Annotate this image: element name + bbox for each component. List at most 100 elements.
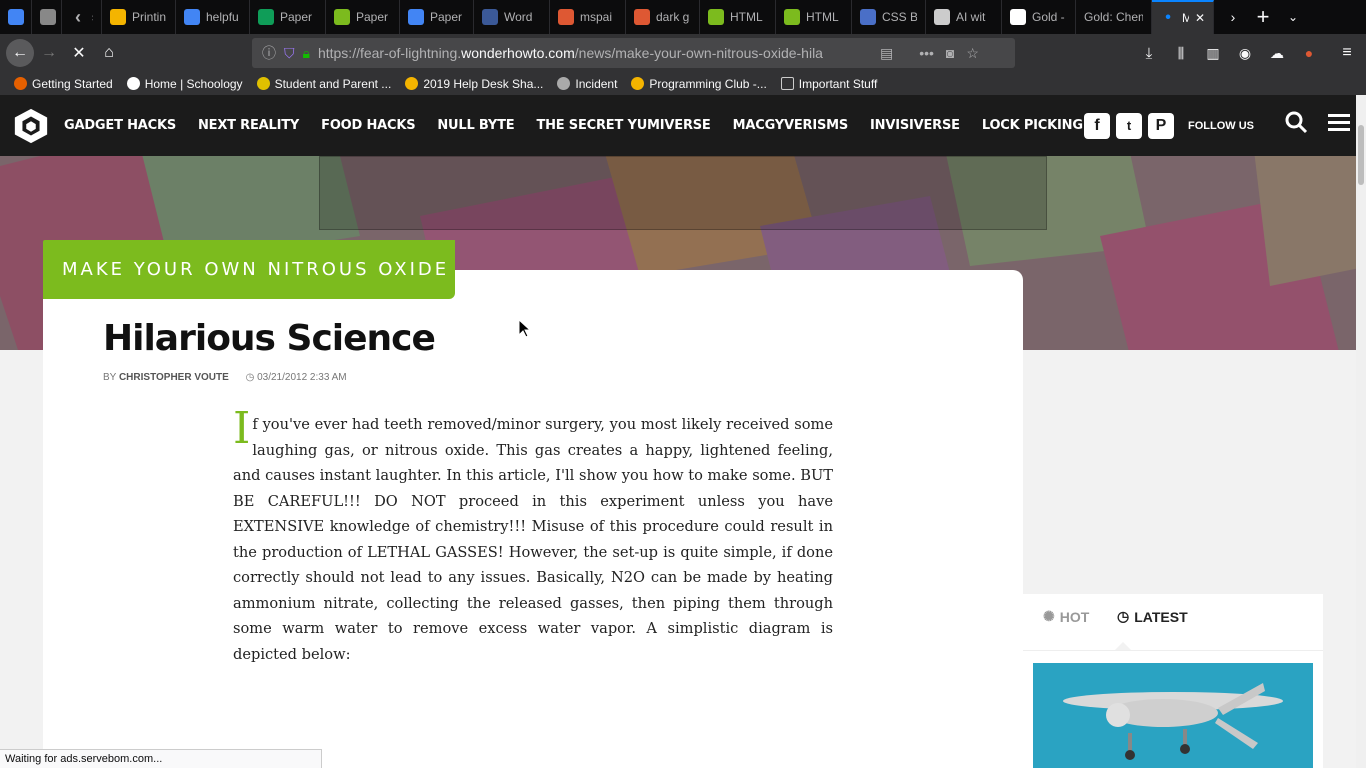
drone-thumbnail[interactable] xyxy=(1033,663,1313,768)
tab-list-menu-icon[interactable]: ⌄ xyxy=(1278,2,1308,32)
downloads-icon[interactable]: ⤓ xyxy=(1134,38,1164,68)
tab-label: AI wit xyxy=(956,10,986,24)
bookmark-item[interactable]: Programming Club -... xyxy=(631,76,767,91)
tab[interactable]: HTML xyxy=(700,0,776,34)
bookmark-item[interactable]: Important Stuff xyxy=(780,77,877,91)
stop-loading-button[interactable]: ✕ xyxy=(64,38,94,68)
bookmark-label: Programming Club -... xyxy=(649,76,767,91)
navigation-toolbar: ← → ✕ ⌂ ⓘ ⛉ 🔒︎ https://fear-of-lightning… xyxy=(0,34,1366,72)
tab[interactable]: ‹ sa xyxy=(62,0,102,34)
site-nav-link[interactable]: NEXT REALITY xyxy=(198,118,299,133)
site-nav-links: GADGET HACKS NEXT REALITY FOOD HACKS NULL B… xyxy=(64,118,1104,133)
drive-icon xyxy=(631,77,645,90)
tab-hot-label: HOT xyxy=(1059,608,1090,625)
tab[interactable]: HTML xyxy=(776,0,852,34)
site-nav-link[interactable]: MACGYVERISMS xyxy=(733,118,849,133)
tab[interactable]: Word xyxy=(474,0,550,34)
follow-us-label[interactable]: FOLLOW US xyxy=(1188,120,1254,132)
site-nav-link[interactable]: INVISIVERSE xyxy=(870,118,960,133)
site-nav-link[interactable]: LOCK PICKING xyxy=(982,118,1083,133)
tab-label: Gold: Chem xyxy=(1084,10,1143,24)
hamburger-menu-icon[interactable] xyxy=(1328,113,1350,138)
bookmark-item[interactable]: Student and Parent ... xyxy=(256,77,391,91)
sidebar-divider xyxy=(1023,650,1323,651)
search-icon[interactable] xyxy=(1284,110,1308,141)
facebook-icon[interactable]: f xyxy=(1084,112,1110,139)
forward-button[interactable]: → xyxy=(34,38,64,68)
drive-icon xyxy=(405,77,419,90)
tab[interactable]: Paper xyxy=(250,0,326,34)
bookmark-item[interactable]: Home | Schoology xyxy=(126,77,243,91)
home-button[interactable]: ⌂ xyxy=(94,38,124,68)
tab-label: Paper xyxy=(430,10,463,24)
tab[interactable]: Printin xyxy=(102,0,176,34)
tab[interactable]: Paper xyxy=(326,0,400,34)
duckduckgo-icon[interactable]: ● xyxy=(1294,38,1324,68)
tab[interactable]: Gold - xyxy=(1002,0,1076,34)
sidebar-icon[interactable]: ▥ xyxy=(1198,38,1228,68)
url-bar[interactable]: ⓘ ⛉ 🔒︎ https://fear-of-lightning.wonderh… xyxy=(252,38,1015,68)
tab[interactable]: Gold: Chem xyxy=(1076,0,1152,34)
duck-icon xyxy=(558,9,574,25)
by-label: BY xyxy=(103,372,117,383)
close-tab-icon[interactable]: ✕ xyxy=(1195,11,1205,25)
back-button[interactable]: ← xyxy=(6,39,34,67)
tab-list: ‹ sa Printin helpfu Paper Paper Paper Word mspai… xyxy=(0,0,1214,34)
site-nav-link[interactable]: NULL BYTE xyxy=(437,118,514,133)
reader-view-icon[interactable]: ▤ xyxy=(880,45,893,62)
page-scrollbar-thumb[interactable] xyxy=(1358,125,1364,185)
status-bar: Waiting for ads.servebom.com... xyxy=(0,749,322,768)
article-body: If you've ever had teeth removed/minor s… xyxy=(233,407,833,667)
diamond-icon xyxy=(934,9,950,25)
tracking-shield-icon[interactable]: ⛉ xyxy=(284,45,295,62)
scroll-tabs-right-icon[interactable]: › xyxy=(1218,2,1248,32)
tab-label: HTML xyxy=(730,10,763,24)
bookmark-star-icon[interactable]: ☆ xyxy=(966,45,979,62)
page-scrollbar[interactable] xyxy=(1356,95,1366,768)
tab-label: Paper xyxy=(280,10,313,24)
tab[interactable]: dark g xyxy=(626,0,700,34)
social-links: f t P FOLLOW US xyxy=(1084,95,1366,156)
bookmark-label: Getting Started xyxy=(32,76,113,91)
author-link[interactable]: CHRISTOPHER VOUTE xyxy=(119,372,229,383)
circle-icon xyxy=(40,9,56,25)
menu-icon[interactable]: ≡ xyxy=(1332,38,1362,68)
url-text: https://fear-of-lightning.wonderhowto.co… xyxy=(317,45,823,61)
article-byline: BY CHRISTOPHER VOUTE ◷ 03/21/2012 2:33 A… xyxy=(103,372,347,383)
article-kicker[interactable]: MAKE YOUR OWN NITROUS OXIDE xyxy=(43,240,455,299)
tab-label: dark g xyxy=(656,10,690,24)
extension-icon[interactable]: ☁ xyxy=(1262,38,1292,68)
tab-latest[interactable]: ◷ LATEST xyxy=(1117,608,1188,625)
bookmark-item[interactable]: Getting Started xyxy=(14,77,113,91)
account-icon[interactable]: ◉ xyxy=(1230,38,1260,68)
twitter-icon[interactable]: t xyxy=(1116,112,1142,139)
page-actions-icon[interactable]: ••• xyxy=(919,45,934,61)
tab-hot[interactable]: ✺ HOT xyxy=(1043,608,1089,625)
tab[interactable]: • Ma ✕ xyxy=(1152,0,1214,34)
pocket-icon[interactable]: ◙ xyxy=(946,45,954,61)
wonderhowto-logo-icon[interactable] xyxy=(12,107,50,145)
docs-icon xyxy=(8,9,24,25)
tab[interactable]: Paper xyxy=(400,0,474,34)
tab[interactable]: AI wit xyxy=(926,0,1002,34)
tab[interactable] xyxy=(32,0,62,34)
site-nav-link[interactable]: FOOD HACKS xyxy=(321,118,415,133)
bookmark-item[interactable]: 2019 Help Desk Sha... xyxy=(405,77,543,91)
site-nav-link[interactable]: THE SECRET YUMIVERSE xyxy=(536,118,710,133)
library-icon[interactable]: ⫼ xyxy=(1166,38,1196,68)
tab[interactable]: CSS B xyxy=(852,0,926,34)
bookmark-label: 2019 Help Desk Sha... xyxy=(423,76,544,91)
tab[interactable] xyxy=(0,0,32,34)
drone-image xyxy=(1033,663,1313,768)
tab[interactable]: helpfu xyxy=(176,0,250,34)
new-tab-button[interactable]: + xyxy=(1248,2,1278,32)
tab[interactable]: mspai xyxy=(550,0,626,34)
loading-dot-icon: • xyxy=(1165,9,1171,26)
word-icon xyxy=(482,9,498,25)
tab-latest-label: LATEST xyxy=(1134,608,1188,625)
info-icon[interactable]: ⓘ xyxy=(262,43,276,63)
site-nav-link[interactable]: GADGET HACKS xyxy=(64,118,176,133)
article-title: Hilarious Science xyxy=(103,318,436,359)
pinterest-icon[interactable]: P xyxy=(1148,112,1174,139)
bookmark-item[interactable]: Incident xyxy=(557,77,617,91)
